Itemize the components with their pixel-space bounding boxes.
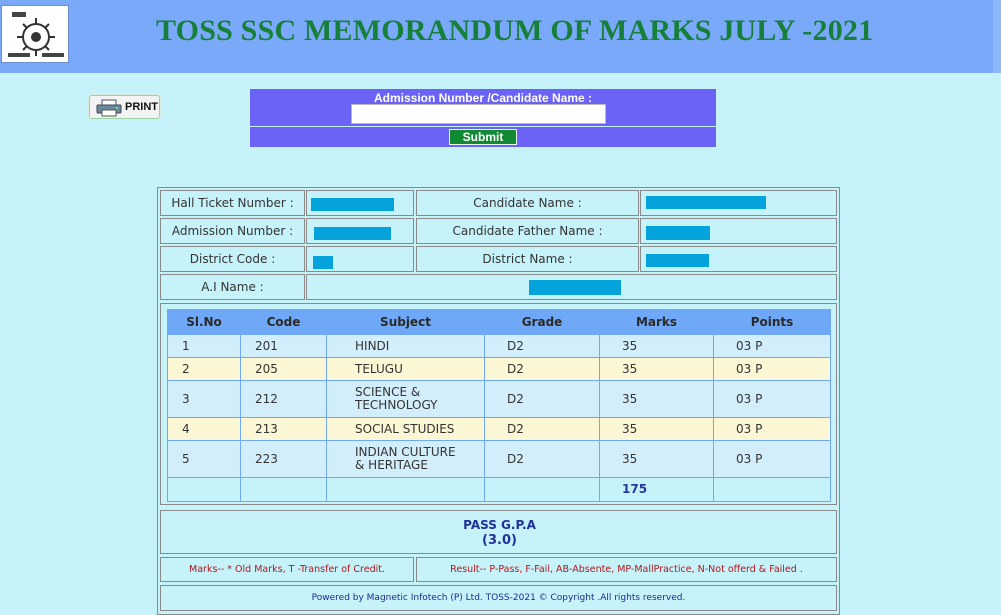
- slno-cell: 2: [167, 357, 241, 381]
- table-row: 5 223 INDIAN CULTURE & HERITAGE D2 35 03…: [167, 440, 831, 478]
- marks-legend: Marks-- * Old Marks, T -Transfer of Cred…: [160, 557, 414, 582]
- grade-cell: D2: [484, 440, 600, 478]
- total-empty-cell: [713, 477, 831, 502]
- search-label: Admission Number /Candidate Name :: [373, 91, 593, 105]
- header-edge: [993, 0, 1001, 73]
- subject-cell: SCIENCE & TECHNOLOGY: [326, 380, 485, 418]
- subject-cell: SOCIAL STUDIES: [326, 417, 485, 441]
- gpa-value: (3.0): [482, 533, 517, 548]
- points-cell: 03 P: [713, 380, 831, 418]
- redacted-block: [313, 256, 333, 269]
- redacted-block: [314, 227, 391, 240]
- grade-cell: D2: [484, 357, 600, 381]
- col-header-points: Points: [713, 309, 831, 335]
- father-name-value: [640, 218, 837, 244]
- slno-cell: 3: [167, 380, 241, 418]
- total-empty-cell: [326, 477, 485, 502]
- col-header-grade: Grade: [484, 309, 600, 335]
- redacted-block: [646, 226, 710, 240]
- printer-icon: [96, 99, 122, 117]
- points-cell: 03 P: [713, 440, 831, 478]
- result-legend: Result-- P-Pass, F-Fail, AB-Absente, MP-…: [416, 557, 837, 582]
- candidate-name-label: Candidate Name :: [416, 190, 639, 216]
- submit-button[interactable]: Submit: [449, 129, 517, 145]
- candidate-name-value: [640, 190, 837, 216]
- subject-cell: HINDI: [326, 334, 485, 358]
- admission-value: [306, 218, 414, 244]
- points-cell: 03 P: [713, 417, 831, 441]
- hall-ticket-value: [306, 190, 414, 216]
- result-summary: PASS G.P.A (3.0): [160, 510, 837, 554]
- code-cell: 205: [240, 357, 327, 381]
- page-title: TOSS SSC MEMORANDUM OF MARKS JULY -2021: [156, 14, 874, 47]
- col-header-marks: Marks: [599, 309, 714, 335]
- total-empty-cell: [167, 477, 241, 502]
- print-button[interactable]: PRINT: [89, 95, 160, 119]
- code-cell: 212: [240, 380, 327, 418]
- table-row: 2 205 TELUGU D2 35 03 P: [167, 357, 831, 381]
- total-cell: 175: [599, 477, 714, 502]
- district-code-value: [306, 246, 414, 272]
- ai-name-value: [306, 274, 837, 300]
- toss-logo: [1, 5, 69, 63]
- col-header-slno: Sl.No: [167, 309, 241, 335]
- marks-cell: 35: [599, 334, 714, 358]
- redacted-block: [311, 198, 394, 211]
- slno-cell: 1: [167, 334, 241, 358]
- redacted-block: [529, 280, 621, 295]
- subject-cell: INDIAN CULTURE & HERITAGE: [326, 440, 485, 478]
- col-header-code: Code: [240, 309, 327, 335]
- code-cell: 201: [240, 334, 327, 358]
- redacted-block: [646, 196, 766, 209]
- footer-copyright: Powered by Magnetic Infotech (P) Ltd. TO…: [160, 585, 837, 611]
- grade-cell: D2: [484, 417, 600, 441]
- marks-table: Sl.No Code Subject Grade Marks Points 1 …: [167, 309, 831, 502]
- subject-cell: TELUGU: [326, 357, 485, 381]
- col-header-subject: Subject: [326, 309, 485, 335]
- marks-header-row: Sl.No Code Subject Grade Marks Points: [167, 309, 831, 335]
- result-status: PASS G.P.A: [463, 518, 536, 532]
- table-row: 3 212 SCIENCE & TECHNOLOGY D2 35 03 P: [167, 380, 831, 418]
- marks-cell: 35: [599, 440, 714, 478]
- subject-line: TECHNOLOGY: [355, 398, 438, 412]
- slno-cell: 4: [167, 417, 241, 441]
- admission-label: Admission Number :: [160, 218, 305, 244]
- redacted-block: [646, 254, 709, 267]
- points-cell: 03 P: [713, 357, 831, 381]
- district-name-value: [640, 246, 837, 272]
- submit-bar: Submit: [250, 127, 716, 147]
- father-name-label: Candidate Father Name :: [416, 218, 639, 244]
- total-empty-cell: [240, 477, 327, 502]
- subject-line: & HERITAGE: [355, 458, 428, 472]
- grade-cell: D2: [484, 380, 600, 418]
- district-code-label: District Code :: [160, 246, 305, 272]
- total-row: 175: [167, 477, 831, 502]
- grade-cell: D2: [484, 334, 600, 358]
- code-cell: 213: [240, 417, 327, 441]
- marks-cell: 35: [599, 417, 714, 441]
- search-panel: Admission Number /Candidate Name :: [250, 89, 716, 126]
- marks-cell: 35: [599, 380, 714, 418]
- ai-name-label: A.I Name :: [160, 274, 305, 300]
- page-header: TOSS SSC MEMORANDUM OF MARKS JULY -2021: [0, 0, 1001, 73]
- district-name-label: District Name :: [416, 246, 639, 272]
- hall-ticket-label: Hall Ticket Number :: [160, 190, 305, 216]
- emblem-icon: [8, 12, 64, 57]
- table-row: 1 201 HINDI D2 35 03 P: [167, 334, 831, 358]
- points-cell: 03 P: [713, 334, 831, 358]
- total-marks: 175: [622, 482, 648, 496]
- marks-cell: 35: [599, 357, 714, 381]
- search-input[interactable]: [351, 104, 606, 124]
- code-cell: 223: [240, 440, 327, 478]
- total-empty-cell: [484, 477, 600, 502]
- table-row: 4 213 SOCIAL STUDIES D2 35 03 P: [167, 417, 831, 441]
- slno-cell: 5: [167, 440, 241, 478]
- print-label: PRINT: [125, 101, 158, 113]
